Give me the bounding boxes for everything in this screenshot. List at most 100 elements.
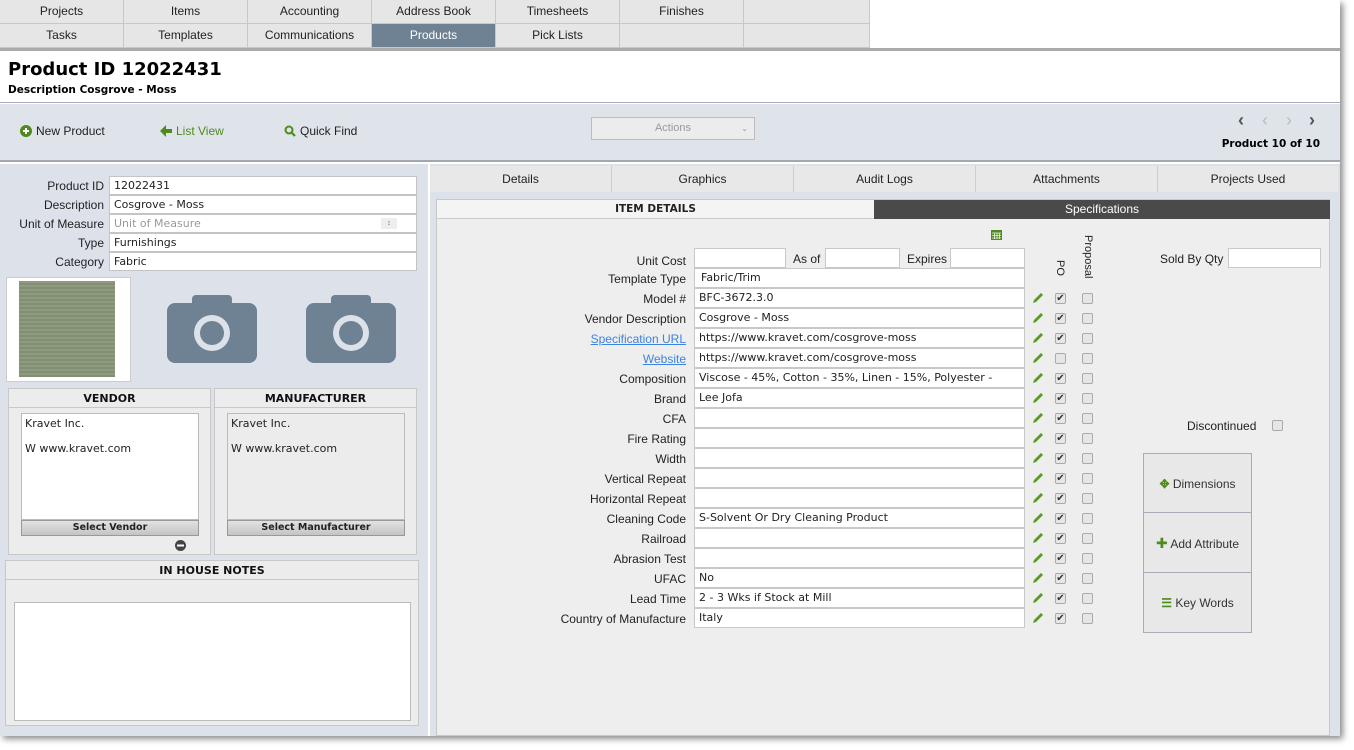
- pencil-icon[interactable]: [1031, 311, 1045, 325]
- field-link[interactable]: Website: [643, 352, 686, 366]
- nav-item-tasks[interactable]: Tasks: [0, 24, 124, 48]
- pencil-icon[interactable]: [1031, 411, 1045, 425]
- spinner-icon[interactable]: ↕: [381, 218, 397, 229]
- field-input[interactable]: [694, 448, 1025, 468]
- field-input[interactable]: Cosgrove - Moss: [694, 308, 1025, 328]
- proposal-checkbox[interactable]: [1082, 513, 1093, 524]
- nav-item-templates[interactable]: Templates: [124, 24, 248, 48]
- prev-page-icon[interactable]: ‹: [1262, 110, 1268, 131]
- proposal-checkbox[interactable]: [1082, 553, 1093, 564]
- field-input[interactable]: [694, 548, 1025, 568]
- po-checkbox[interactable]: ✔: [1055, 533, 1066, 544]
- nav-item-projects[interactable]: Projects: [0, 0, 124, 24]
- proposal-checkbox[interactable]: [1082, 453, 1093, 464]
- next-page-icon[interactable]: ›: [1286, 110, 1292, 131]
- po-checkbox[interactable]: ✔: [1055, 433, 1066, 444]
- quick-find-button[interactable]: Quick Find: [284, 124, 357, 138]
- new-product-button[interactable]: New Product: [20, 124, 105, 138]
- po-checkbox[interactable]: ✔: [1055, 553, 1066, 564]
- pencil-icon[interactable]: [1031, 371, 1045, 385]
- po-checkbox[interactable]: ✔: [1055, 373, 1066, 384]
- pencil-icon[interactable]: [1031, 591, 1045, 605]
- as-of-input[interactable]: [825, 248, 900, 268]
- pencil-icon[interactable]: [1031, 471, 1045, 485]
- nav-item-finishes[interactable]: Finishes: [620, 0, 744, 24]
- nav-item-address-book[interactable]: Address Book: [372, 0, 496, 24]
- proposal-checkbox[interactable]: [1082, 393, 1093, 404]
- field-input[interactable]: https://www.kravet.com/cosgrove-moss: [694, 348, 1025, 368]
- field-input[interactable]: [694, 428, 1025, 448]
- proposal-checkbox[interactable]: [1082, 313, 1093, 324]
- key-words-button[interactable]: ☰ Key Words: [1143, 573, 1252, 633]
- select-manufacturer-button[interactable]: Select Manufacturer: [227, 520, 405, 536]
- nav-item-accounting[interactable]: Accounting: [248, 0, 372, 24]
- po-checkbox[interactable]: ✔: [1055, 493, 1066, 504]
- field-input[interactable]: S-Solvent Or Dry Cleaning Product: [694, 508, 1025, 528]
- add-attribute-button[interactable]: ✚ Add Attribute: [1143, 513, 1252, 573]
- nav-item-pick-lists[interactable]: Pick Lists: [496, 24, 620, 48]
- field-input[interactable]: Fabric: [109, 252, 417, 271]
- po-checkbox[interactable]: ✔: [1055, 613, 1066, 624]
- nav-item-timesheets[interactable]: Timesheets: [496, 0, 620, 24]
- camera-icon[interactable]: [306, 295, 396, 363]
- field-input[interactable]: 2 - 3 Wks if Stock at Mill: [694, 588, 1025, 608]
- pencil-icon[interactable]: [1031, 431, 1045, 445]
- po-checkbox[interactable]: ✔: [1055, 333, 1066, 344]
- tab-details[interactable]: Details: [430, 166, 612, 192]
- tab-graphics[interactable]: Graphics: [612, 166, 794, 192]
- field-input[interactable]: Lee Jofa: [694, 388, 1025, 408]
- po-checkbox[interactable]: [1055, 353, 1066, 364]
- tab-projects-used[interactable]: Projects Used: [1158, 166, 1338, 192]
- actions-dropdown[interactable]: Actions ⌄: [591, 117, 755, 140]
- field-input[interactable]: No: [694, 568, 1025, 588]
- field-input[interactable]: [694, 468, 1025, 488]
- proposal-checkbox[interactable]: [1082, 473, 1093, 484]
- unit-of-measure-select[interactable]: Unit of Measure: [109, 214, 417, 233]
- po-checkbox[interactable]: ✔: [1055, 513, 1066, 524]
- field-input[interactable]: Viscose - 45%, Cotton - 35%, Linen - 15%…: [694, 368, 1025, 388]
- field-input[interactable]: https://www.kravet.com/cosgrove-moss: [694, 328, 1025, 348]
- proposal-checkbox[interactable]: [1082, 533, 1093, 544]
- pencil-icon[interactable]: [1031, 491, 1045, 505]
- proposal-checkbox[interactable]: [1082, 353, 1093, 364]
- pencil-icon[interactable]: [1031, 511, 1045, 525]
- field-input[interactable]: BFC-3672.3.0: [694, 288, 1025, 308]
- calendar-icon[interactable]: [991, 229, 1002, 240]
- nav-item-communications[interactable]: Communications: [248, 24, 372, 48]
- select-vendor-button[interactable]: Select Vendor: [21, 520, 199, 536]
- po-checkbox[interactable]: ✔: [1055, 293, 1066, 304]
- pencil-icon[interactable]: [1031, 331, 1045, 345]
- remove-icon[interactable]: [175, 540, 186, 551]
- list-view-button[interactable]: List View: [160, 124, 224, 138]
- proposal-checkbox[interactable]: [1082, 493, 1093, 504]
- nav-item-products[interactable]: Products: [372, 24, 496, 48]
- vendor-list[interactable]: Kravet Inc. W www.kravet.com: [21, 413, 199, 520]
- expires-input[interactable]: [950, 248, 1025, 268]
- pencil-icon[interactable]: [1031, 551, 1045, 565]
- pencil-icon[interactable]: [1031, 451, 1045, 465]
- pencil-icon[interactable]: [1031, 351, 1045, 365]
- tab-attachments[interactable]: Attachments: [976, 166, 1158, 192]
- pencil-icon[interactable]: [1031, 291, 1045, 305]
- pencil-icon[interactable]: [1031, 611, 1045, 625]
- field-input[interactable]: [694, 488, 1025, 508]
- tab-specifications[interactable]: Specifications: [874, 200, 1330, 219]
- proposal-checkbox[interactable]: [1082, 573, 1093, 584]
- proposal-checkbox[interactable]: [1082, 593, 1093, 604]
- pencil-icon[interactable]: [1031, 571, 1045, 585]
- field-link[interactable]: Specification URL: [591, 332, 686, 346]
- pencil-icon[interactable]: [1031, 531, 1045, 545]
- po-checkbox[interactable]: ✔: [1055, 573, 1066, 584]
- nav-item-items[interactable]: Items: [124, 0, 248, 24]
- unit-cost-input[interactable]: [694, 248, 786, 268]
- tab-item-details[interactable]: ITEM DETAILS: [437, 200, 874, 219]
- field-input[interactable]: [694, 408, 1025, 428]
- po-checkbox[interactable]: ✔: [1055, 413, 1066, 424]
- first-page-icon[interactable]: ‹: [1238, 110, 1244, 131]
- camera-icon[interactable]: [167, 295, 257, 363]
- field-label[interactable]: Website: [437, 352, 686, 366]
- po-checkbox[interactable]: ✔: [1055, 593, 1066, 604]
- discontinued-checkbox[interactable]: [1272, 420, 1283, 431]
- field-label[interactable]: Specification URL: [437, 332, 686, 346]
- field-input[interactable]: [694, 528, 1025, 548]
